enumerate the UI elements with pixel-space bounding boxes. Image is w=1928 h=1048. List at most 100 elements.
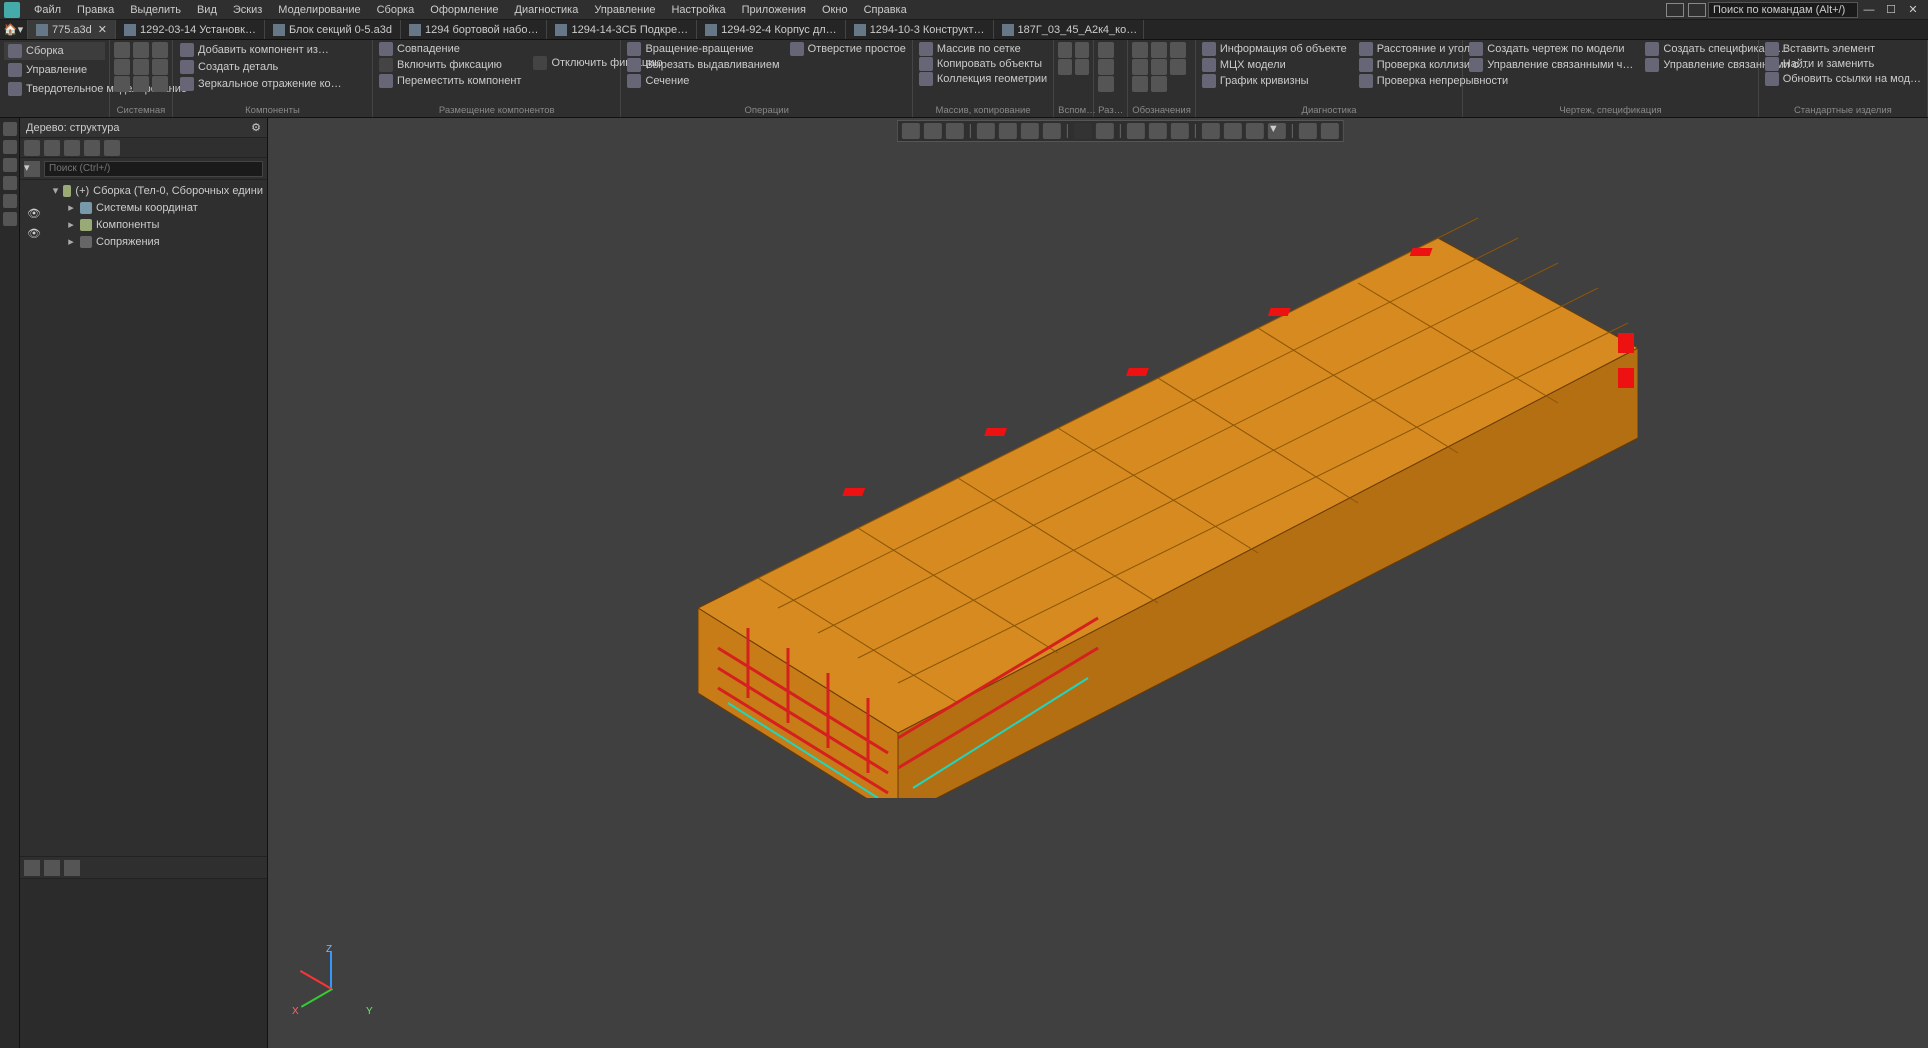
cmd-mirror-component[interactable]: Зеркальное отражение ко…: [177, 76, 368, 92]
close-button[interactable]: ✕: [1902, 3, 1924, 16]
cmd-create-part[interactable]: Создать деталь: [177, 59, 368, 75]
tree-node[interactable]: ▸ Компоненты: [48, 216, 267, 233]
eye-icon[interactable]: 👁: [27, 227, 41, 241]
vt10[interactable]: [1171, 123, 1189, 139]
tree-node[interactable]: ▸ Сопряжения: [48, 233, 267, 250]
not4[interactable]: [1132, 59, 1148, 75]
system-cmd6[interactable]: [152, 59, 168, 75]
aux4[interactable]: [1075, 59, 1089, 75]
tree-search-input[interactable]: [44, 161, 263, 177]
system-cmd1[interactable]: [114, 42, 130, 58]
aux2[interactable]: [1075, 42, 1089, 58]
tree-tb5[interactable]: [104, 140, 120, 156]
system-cmd4[interactable]: [114, 59, 130, 75]
menu-окно[interactable]: Окно: [814, 2, 856, 18]
dim3[interactable]: [1098, 76, 1114, 92]
context-tab-0[interactable]: Сборка: [4, 42, 105, 60]
cmd-copy[interactable]: Копировать объекты: [917, 57, 1049, 71]
cmd-revolve[interactable]: Вращение-вращение: [625, 42, 781, 56]
document-tab[interactable]: 1292-03-14 Установк…: [116, 20, 265, 39]
document-tab[interactable]: 1294-14-3СБ Подкре…: [547, 20, 697, 39]
vt3[interactable]: [946, 123, 964, 139]
cmd-add-component[interactable]: Добавить компонент из…: [177, 42, 368, 58]
menu-файл[interactable]: Файл: [26, 2, 69, 18]
cmd-simple-hole[interactable]: Отверстие простое: [788, 42, 908, 56]
vt14[interactable]: [1299, 123, 1317, 139]
vt2[interactable]: [924, 123, 942, 139]
maximize-button[interactable]: ☐: [1880, 3, 1902, 16]
command-search-input[interactable]: Поиск по командам (Alt+/): [1708, 2, 1858, 18]
cmd-find-replace[interactable]: Найти и заменить: [1763, 57, 1923, 71]
vt1[interactable]: [902, 123, 920, 139]
cmd-manage-linked-drw[interactable]: Управление связанными ч…: [1467, 58, 1635, 72]
cmd-cut-extrude[interactable]: Вырезать выдавливанием: [625, 58, 781, 72]
document-tab[interactable]: 1294 бортовой набо…: [401, 20, 548, 39]
vt12[interactable]: [1224, 123, 1242, 139]
leftbar-btn3[interactable]: [3, 158, 17, 172]
menu-приложения[interactable]: Приложения: [734, 2, 814, 18]
cmd-coincide[interactable]: Совпадение: [377, 42, 523, 56]
not2[interactable]: [1151, 42, 1167, 58]
menu-вид[interactable]: Вид: [189, 2, 225, 18]
cmd-update-links[interactable]: Обновить ссылки на мод…: [1763, 72, 1923, 86]
cmd-mass-props[interactable]: МЦХ модели: [1200, 58, 1349, 72]
vt-filter[interactable]: ▼: [1268, 123, 1286, 139]
menu-диагностика[interactable]: Диагностика: [507, 2, 587, 18]
vt5[interactable]: [999, 123, 1017, 139]
not5[interactable]: [1151, 59, 1167, 75]
context-tab-2[interactable]: Твердотельное моделирование: [4, 80, 105, 98]
vt11[interactable]: [1202, 123, 1220, 139]
cmd-enable-fix[interactable]: Включить фиксацию: [377, 58, 523, 72]
document-tab[interactable]: 187Г_03_45_А2к4_ко…: [994, 20, 1144, 39]
menu-выделить[interactable]: Выделить: [122, 2, 189, 18]
aux1[interactable]: [1058, 42, 1072, 58]
vt-wf[interactable]: [1096, 123, 1114, 139]
leftbar-btn4[interactable]: [3, 176, 17, 190]
dim2[interactable]: [1098, 59, 1114, 75]
document-tab[interactable]: 775.a3d✕: [28, 20, 116, 39]
not6[interactable]: [1170, 59, 1186, 75]
tree-tb3[interactable]: [64, 140, 80, 156]
minimize-button[interactable]: —: [1858, 4, 1880, 16]
menu-оформление[interactable]: Оформление: [422, 2, 506, 18]
menu-сборка[interactable]: Сборка: [369, 2, 423, 18]
vt8[interactable]: [1127, 123, 1145, 139]
cmd-curvature[interactable]: График кривизны: [1200, 74, 1349, 88]
tree-tb1[interactable]: [24, 140, 40, 156]
menu-моделирование[interactable]: Моделирование: [270, 2, 368, 18]
dim1[interactable]: [1098, 42, 1114, 58]
cmd-array-grid[interactable]: Массив по сетке: [917, 42, 1049, 56]
context-tab-1[interactable]: Управление: [4, 61, 105, 79]
vt-shade[interactable]: [1074, 123, 1092, 139]
3d-viewport[interactable]: ▼: [268, 118, 1928, 1048]
menu-эскиз[interactable]: Эскиз: [225, 2, 270, 18]
tree-root-node[interactable]: ▾ (+)Сборка (Тел-0, Сборочных едини: [48, 182, 267, 199]
vt15[interactable]: [1321, 123, 1339, 139]
not3[interactable]: [1170, 42, 1186, 58]
tree-bt3[interactable]: [64, 860, 80, 876]
menu-справка[interactable]: Справка: [856, 2, 915, 18]
leftbar-btn5[interactable]: [3, 194, 17, 208]
vt4[interactable]: [977, 123, 995, 139]
tree-bt1[interactable]: [24, 860, 40, 876]
leftbar-btn1[interactable]: [3, 122, 17, 136]
cmd-section[interactable]: Сечение: [625, 74, 781, 88]
system-cmd8[interactable]: [133, 76, 149, 92]
document-tab[interactable]: Блок секций 0-5.a3d: [265, 20, 401, 39]
tree-node[interactable]: ▸ Системы координат: [48, 199, 267, 216]
document-tab[interactable]: 1294-92-4 Корпус дл…: [697, 20, 846, 39]
eye-icon[interactable]: [27, 247, 41, 261]
document-tab[interactable]: 1294-10-3 Конструкт…: [846, 20, 994, 39]
vt6[interactable]: [1021, 123, 1039, 139]
vt9[interactable]: [1149, 123, 1167, 139]
cmd-geometry-collection[interactable]: Коллекция геометрии: [917, 72, 1049, 86]
layout2-icon[interactable]: [1688, 3, 1706, 17]
not8[interactable]: [1151, 76, 1167, 92]
system-cmd9[interactable]: [152, 76, 168, 92]
system-cmd5[interactable]: [133, 59, 149, 75]
system-cmd2[interactable]: [133, 42, 149, 58]
tree-settings-icon[interactable]: ⚙: [251, 121, 261, 134]
system-cmd3[interactable]: [152, 42, 168, 58]
leftbar-btn2[interactable]: [3, 140, 17, 154]
layout1-icon[interactable]: [1666, 3, 1684, 17]
